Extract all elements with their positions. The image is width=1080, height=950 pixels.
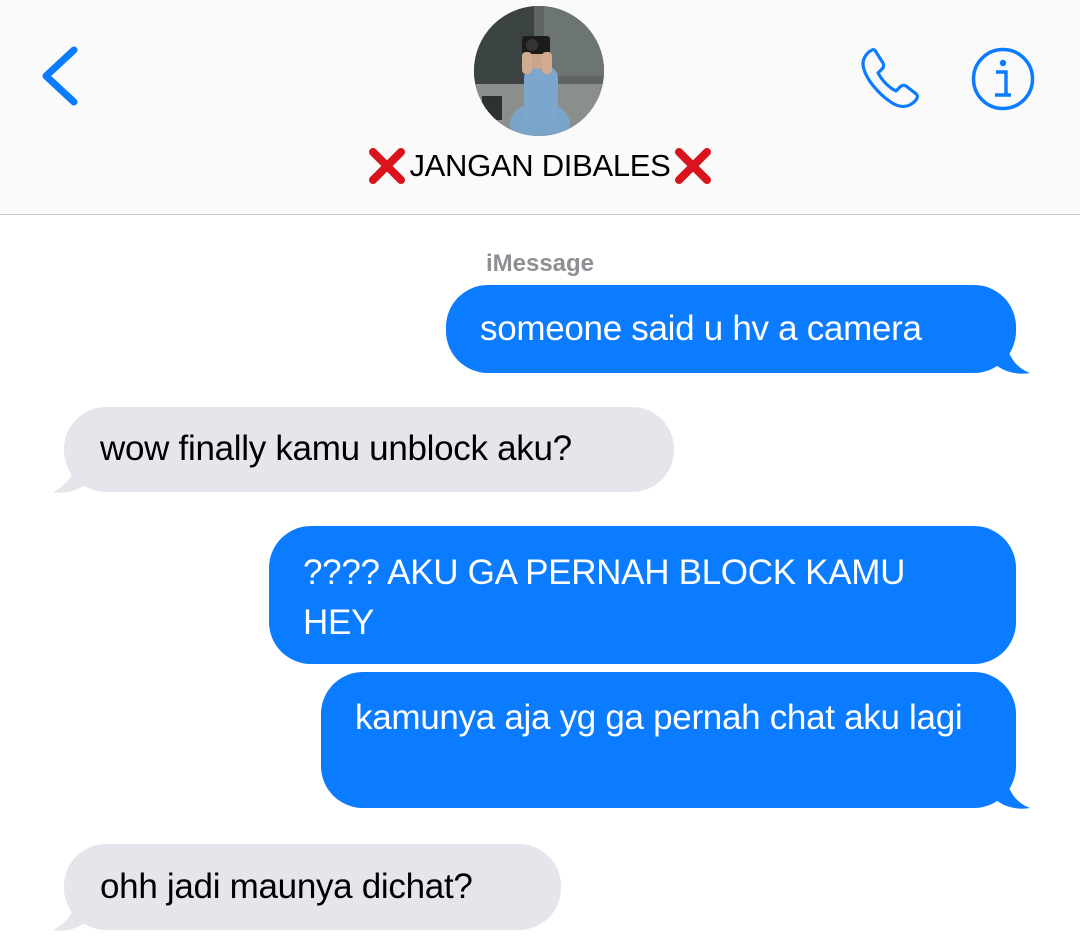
sent-message-bubble[interactable]: someone said u hv a camera [446,285,1016,373]
cross-mark-icon [674,148,711,184]
sent-message-bubble[interactable]: ???? AKU GA PERNAH BLOCK KAMU HEY [269,526,1016,664]
message-text: kamunya aja yg ga pernah chat aku lagi [355,698,963,737]
service-label: iMessage [485,250,595,277]
info-icon [971,47,1035,111]
sent-message-bubble[interactable]: kamunya aja yg ga pernah chat aku lagi [321,672,1016,808]
bubble-tail [990,335,1030,374]
received-message-bubble[interactable]: ohh jadi maunya dichat? [64,844,561,930]
contact-name[interactable]: JANGAN DIBALES [0,146,1080,186]
message-text: ???? AKU GA PERNAH BLOCK KAMU HEY [303,553,906,642]
chevron-left-icon [42,46,78,106]
bubble-tail [990,770,1030,809]
conversation-header: JANGAN DIBALES [0,0,1080,215]
bubble-tail [52,454,92,493]
message-text: wow finally kamu unblock aku? [100,429,572,468]
info-button[interactable] [970,46,1036,112]
back-button[interactable] [36,44,84,108]
received-message-bubble[interactable]: wow finally kamu unblock aku? [64,407,674,492]
cross-mark-icon [369,148,406,184]
call-button[interactable] [858,44,926,112]
avatar-photo [474,6,604,136]
message-text: ohh jadi maunya dichat? [100,867,473,906]
message-text: someone said u hv a camera [480,309,922,348]
phone-icon [861,48,919,108]
contact-avatar[interactable] [474,6,604,136]
bubble-tail [52,892,92,931]
contact-name-text: JANGAN DIBALES [409,148,671,183]
